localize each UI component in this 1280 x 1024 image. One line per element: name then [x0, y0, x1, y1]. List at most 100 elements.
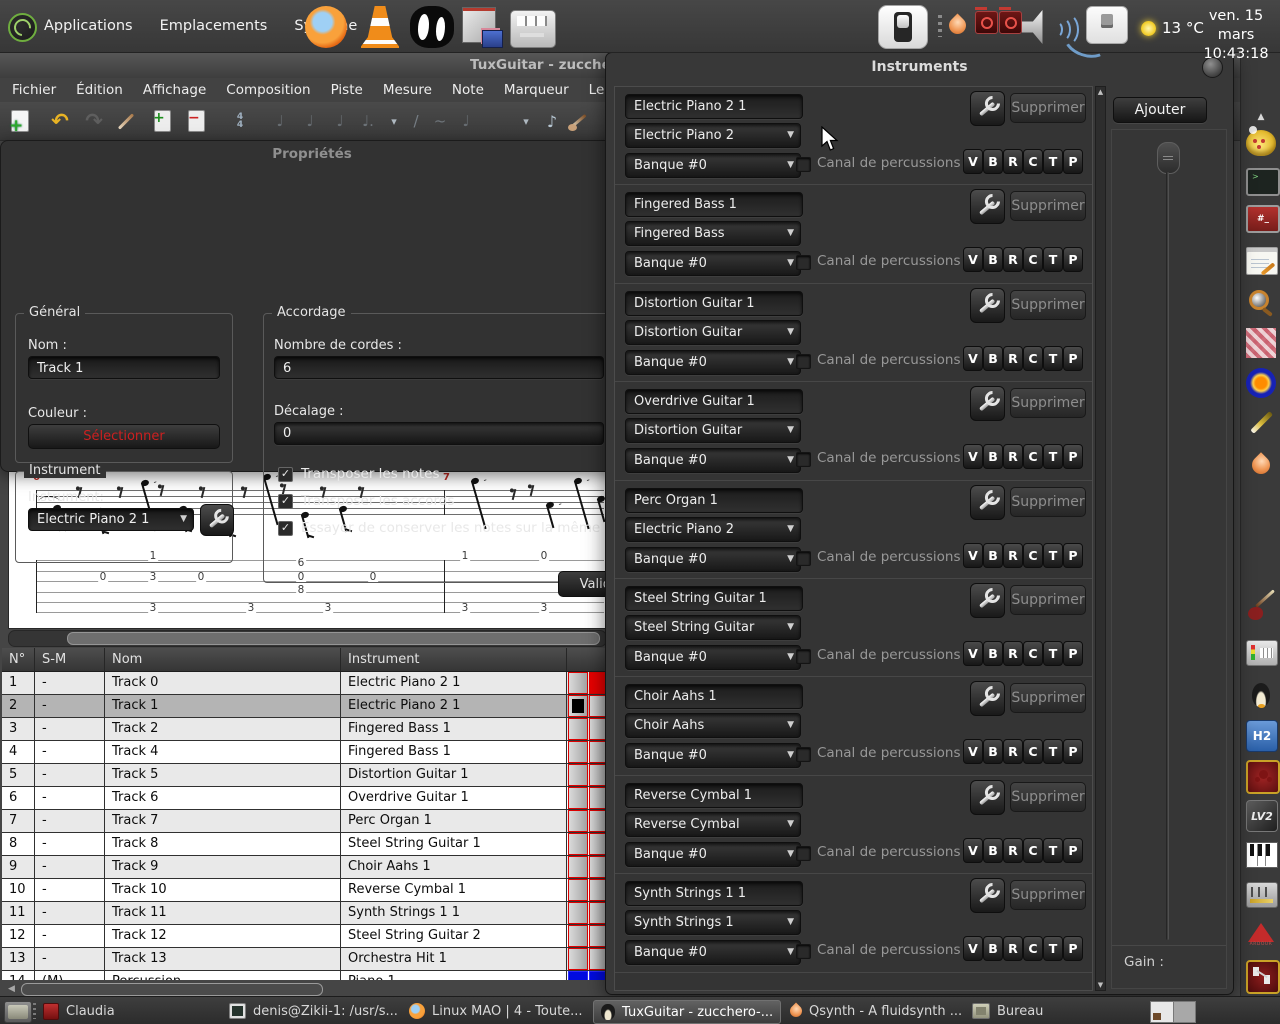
timesig-icon[interactable] — [228, 109, 252, 133]
channel-button-p[interactable]: P — [1063, 640, 1083, 666]
wrench-button[interactable] — [970, 779, 1005, 815]
measure-cell[interactable] — [589, 718, 605, 740]
measure-cell[interactable] — [589, 925, 605, 947]
channel-button-b[interactable]: B — [983, 247, 1003, 273]
track-row[interactable]: 12 - Track 12 Steel String Guitar 2 — [2, 925, 605, 948]
ardour-icon[interactable] — [1246, 920, 1276, 950]
wrench-button[interactable] — [970, 189, 1005, 225]
col-header-instrument[interactable]: Instrument — [341, 648, 567, 671]
channel-button-b[interactable]: B — [983, 837, 1003, 863]
gain-slider-track[interactable] — [1166, 172, 1169, 940]
channel-button-b[interactable]: B — [983, 149, 1003, 174]
delete-button[interactable]: Supprimer — [1010, 388, 1086, 419]
measure-cell[interactable] — [568, 902, 588, 924]
table-hscrollbar[interactable]: ◀ — [8, 982, 602, 996]
channel-button-v[interactable]: V — [963, 542, 983, 568]
workspace-1[interactable] — [1151, 1002, 1173, 1022]
channel-button-t[interactable]: T — [1043, 149, 1063, 174]
strings-count-input[interactable]: 6 — [274, 356, 604, 379]
delete-button[interactable]: Supprimer — [1010, 93, 1086, 123]
bank-select[interactable]: Banque #0 ▼ — [625, 743, 801, 769]
wrench-button[interactable] — [200, 504, 234, 536]
instrument-select[interactable]: Electric Piano 2 ▼ — [625, 516, 801, 542]
channel-button-t[interactable]: T — [1043, 444, 1063, 470]
channel-button-v[interactable]: V — [963, 837, 983, 863]
instrument-select[interactable]: Distortion Guitar ▼ — [625, 319, 801, 345]
redo-icon[interactable] — [82, 109, 106, 133]
channel-button-b[interactable]: B — [983, 640, 1003, 666]
channel-button-p[interactable]: P — [1063, 837, 1083, 863]
taskbar-item[interactable]: Linux MAO | 4 - Toute... — [402, 1000, 590, 1022]
instrument-select[interactable]: Choir Aahs ▼ — [625, 713, 801, 739]
channel-button-b[interactable]: B — [983, 444, 1003, 470]
channel-button-v[interactable]: V — [963, 247, 983, 273]
workspace-2[interactable] — [1172, 1002, 1195, 1022]
taskbar-item[interactable]: Bureau — [965, 1000, 1050, 1022]
sensor-fan-icon[interactable] — [999, 7, 1022, 34]
noteq-icon[interactable] — [298, 109, 322, 133]
track-row[interactable]: 13 - Track 13 Orchestra Hit 1 — [2, 948, 605, 971]
channel-button-c[interactable]: C — [1023, 444, 1043, 470]
power-switch-icon[interactable] — [878, 5, 928, 49]
channel-button-v[interactable]: V — [963, 345, 983, 371]
track-row[interactable]: 7 - Track 7 Perc Organ 1 — [2, 810, 605, 833]
instrument-name-input[interactable]: Perc Organ 1 — [625, 487, 803, 513]
measure-cell[interactable] — [568, 764, 588, 786]
grid-icon[interactable] — [486, 109, 510, 133]
channel-button-c[interactable]: C — [1023, 837, 1043, 863]
guitar-dock-icon[interactable] — [1246, 592, 1276, 622]
channel-button-r[interactable]: R — [1003, 542, 1023, 568]
channel-button-c[interactable]: C — [1023, 345, 1043, 371]
delete-button[interactable]: Supprimer — [1010, 191, 1086, 222]
wrench-button[interactable] — [970, 681, 1005, 717]
percussion-checkbox[interactable] — [796, 255, 811, 271]
col-header-name[interactable]: Nom — [105, 648, 341, 671]
tux-icon[interactable] — [1246, 680, 1276, 710]
channel-button-p[interactable]: P — [1063, 444, 1083, 470]
channel-button-t[interactable]: T — [1043, 542, 1063, 568]
channel-button-t[interactable]: T — [1043, 936, 1063, 962]
percussion-checkbox[interactable] — [796, 845, 811, 861]
checkbox-checked-icon[interactable]: ✓ — [278, 466, 293, 482]
percussion-checkbox[interactable] — [796, 353, 811, 369]
instrument-select[interactable]: Electric Piano 2 1 ▼ — [28, 508, 194, 531]
meter-icon[interactable] — [1246, 640, 1278, 666]
wrench-button[interactable] — [970, 386, 1005, 422]
channel-button-p[interactable]: P — [1063, 247, 1083, 273]
delete-button[interactable]: Supprimer — [1010, 880, 1086, 911]
bank-select[interactable]: Banque #0 ▼ — [625, 153, 801, 178]
channel-button-b[interactable]: B — [983, 936, 1003, 962]
instrument-name-input[interactable]: Choir Aahs 1 — [625, 684, 803, 710]
col-header-sm[interactable]: S-M — [35, 648, 105, 671]
gain-slider-handle[interactable] — [1157, 142, 1180, 174]
channel-button-p[interactable]: P — [1063, 739, 1083, 765]
wrench-button[interactable] — [970, 484, 1005, 520]
delete-button[interactable]: Supprimer — [1010, 289, 1086, 320]
percussion-checkbox[interactable] — [796, 452, 811, 468]
delete-button[interactable]: Supprimer — [1010, 486, 1086, 517]
wrench-button[interactable] — [970, 582, 1005, 618]
instrument-select[interactable]: Fingered Bass ▼ — [625, 221, 801, 247]
measure-cell[interactable] — [568, 879, 588, 901]
bank-select[interactable]: Banque #0 ▼ — [625, 546, 801, 572]
measure-cell[interactable] — [568, 672, 588, 694]
track-row[interactable]: 8 - Track 8 Steel String Guitar 1 — [2, 833, 605, 856]
lv2-icon[interactable] — [1246, 800, 1278, 832]
instrument-select[interactable]: Reverse Cymbal ▼ — [625, 811, 801, 837]
toolbar-guitar-icon[interactable] — [566, 109, 590, 133]
instruments-vscrollbar[interactable]: ▲ ▼ — [1095, 86, 1106, 991]
measure-cell[interactable] — [568, 925, 588, 947]
measure-cell[interactable] — [568, 810, 588, 832]
measure-cell[interactable] — [589, 787, 605, 809]
channel-button-v[interactable]: V — [963, 640, 983, 666]
track-row[interactable]: 10 - Track 10 Reverse Cymbal 1 — [2, 879, 605, 902]
add-button[interactable]: Ajouter — [1113, 97, 1207, 123]
col-header-num[interactable]: N° — [2, 648, 35, 671]
wrench-button[interactable] — [970, 878, 1005, 914]
instrument-name-input[interactable]: Steel String Guitar 1 — [625, 585, 803, 611]
channel-button-t[interactable]: T — [1043, 345, 1063, 371]
wrench-button[interactable] — [970, 287, 1005, 323]
channel-button-r[interactable]: R — [1003, 640, 1023, 666]
new-file-icon[interactable] — [8, 109, 32, 136]
channel-button-p[interactable]: P — [1063, 936, 1083, 962]
